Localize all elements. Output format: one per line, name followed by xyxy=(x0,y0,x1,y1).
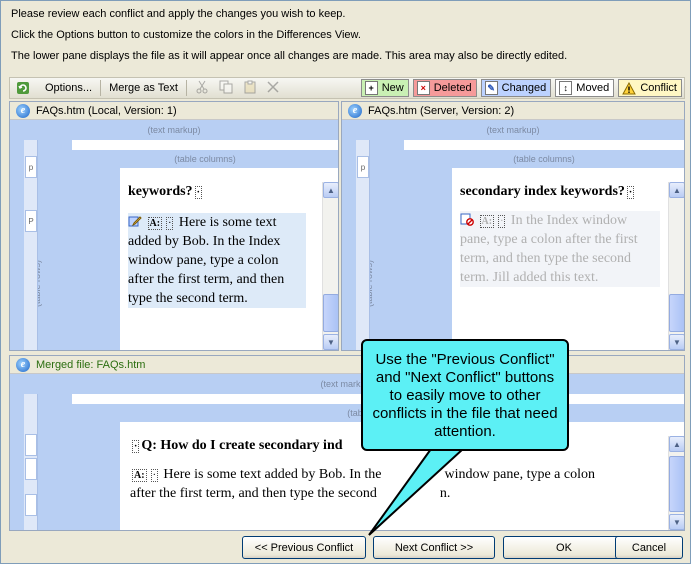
server-content[interactable]: secondary index keywords? · A: · In the In… xyxy=(460,182,660,287)
options-button[interactable]: Options... xyxy=(40,78,97,98)
toolbar-separator xyxy=(100,80,102,96)
text-markup-band: (text markup) xyxy=(342,120,684,140)
table-rows-band xyxy=(10,394,72,530)
delete-button[interactable] xyxy=(262,78,284,98)
p-tag-column: p P xyxy=(24,140,38,350)
previous-conflict-button[interactable]: << Previous Conflict xyxy=(242,536,366,559)
legend-moved: ↕ Moved xyxy=(555,79,615,97)
legend-changed: ✎ Changed xyxy=(480,79,552,97)
text-markup-band: (text markup) xyxy=(10,120,338,140)
merged-file-pane[interactable]: e Merged file: FAQs.htm (text markup) (t… xyxy=(9,355,685,531)
toolbar-separator xyxy=(185,80,187,96)
server-pane-title: FAQs.htm (Server, Version: 2) xyxy=(368,104,515,117)
table-rows-band: (table rows) xyxy=(10,140,72,350)
tag-marker: · xyxy=(626,186,635,199)
p-tag-column xyxy=(24,394,38,530)
server-vertical-scrollbar[interactable]: ▲ ▼ xyxy=(668,182,684,350)
p-tag-marker: P xyxy=(25,210,37,232)
legend-conflict-label: Conflict xyxy=(640,82,677,94)
local-pane-header: e FAQs.htm (Local, Version: 1) xyxy=(10,102,338,120)
tag-marker: · xyxy=(132,440,140,453)
local-version-pane[interactable]: e FAQs.htm (Local, Version: 1) (text mar… xyxy=(9,101,339,351)
legend-conflict: Conflict xyxy=(618,79,682,97)
instructions: Please review each conflict and apply th… xyxy=(11,7,681,70)
ie-file-icon: e xyxy=(16,103,30,118)
table-columns-band: (table columns) xyxy=(72,150,338,168)
deleted-icon: × xyxy=(416,81,430,95)
deleted-icon xyxy=(460,212,474,226)
merged-question: Q: How do I create secondary ind xyxy=(141,438,343,453)
legend-deleted: × Deleted xyxy=(412,79,477,97)
scroll-down-arrow[interactable]: ▼ xyxy=(669,514,684,530)
answer-tag: A: xyxy=(479,215,495,228)
server-version-pane[interactable]: e FAQs.htm (Server, Version: 2) (text ma… xyxy=(341,101,685,351)
server-heading: secondary index keywords? xyxy=(460,184,625,199)
server-pane-header: e FAQs.htm (Server, Version: 2) xyxy=(342,102,684,120)
instruction-line-3: The lower pane displays the file as it w… xyxy=(11,50,568,62)
ie-file-icon: e xyxy=(16,357,30,372)
toolbar: Options... Merge as Text + New × Deleted… xyxy=(9,77,685,99)
scroll-up-arrow[interactable]: ▲ xyxy=(669,182,684,198)
merged-answer-text-2: after the first term, and then type the … xyxy=(130,486,377,501)
scroll-down-arrow[interactable]: ▼ xyxy=(323,334,338,350)
callout-pointer xyxy=(368,446,466,536)
paste-icon xyxy=(243,80,257,97)
callout-tooltip: Use the "Previous Conflict" and "Next Co… xyxy=(361,339,569,451)
answer-tag: A: xyxy=(132,469,147,482)
merged-pane-header: e Merged file: FAQs.htm xyxy=(10,356,684,374)
local-pane-title: FAQs.htm (Local, Version: 1) xyxy=(36,104,177,117)
scroll-thumb[interactable] xyxy=(669,456,684,512)
merged-vertical-scrollbar[interactable]: ▲ ▼ xyxy=(668,436,684,530)
legend-new: + New xyxy=(360,79,409,97)
merged-answer-text-1: Here is some text added by Bob. In the xyxy=(163,467,382,482)
warning-icon xyxy=(622,81,637,95)
refresh-icon xyxy=(15,80,31,96)
copy-icon xyxy=(219,80,233,97)
scroll-thumb[interactable] xyxy=(323,294,338,332)
differences-dialog: Please review each conflict and apply th… xyxy=(0,0,691,564)
paste-button[interactable] xyxy=(238,78,262,98)
merge-as-text-button[interactable]: Merge as Text xyxy=(104,78,183,98)
local-content[interactable]: keywords? · A: · Here is some text added b… xyxy=(128,182,306,308)
text-markup-band: (text markup) xyxy=(10,374,684,394)
close-icon xyxy=(267,80,279,96)
copy-button[interactable] xyxy=(214,78,238,98)
legend-changed-label: Changed xyxy=(501,82,547,94)
instruction-line-2: Click the Options button to customize th… xyxy=(11,29,361,41)
local-vertical-scrollbar[interactable]: ▲ ▼ xyxy=(322,182,338,350)
instruction-line-1: Please review each conflict and apply th… xyxy=(11,8,346,20)
changed-icon xyxy=(128,214,142,228)
new-icon: + xyxy=(364,81,378,95)
local-heading: keywords? xyxy=(128,184,193,199)
scroll-up-arrow[interactable]: ▲ xyxy=(669,436,684,452)
cut-button[interactable] xyxy=(190,78,214,98)
cancel-button[interactable]: Cancel xyxy=(615,536,683,559)
scroll-up-arrow[interactable]: ▲ xyxy=(323,182,338,198)
p-tag-marker xyxy=(25,458,37,480)
merged-pane-title: Merged file: FAQs.htm xyxy=(36,358,146,371)
legend-new-label: New xyxy=(381,82,404,94)
p-tag-marker: p xyxy=(25,156,37,178)
moved-icon: ↕ xyxy=(559,81,573,95)
legend-moved-label: Moved xyxy=(576,82,610,94)
changed-icon: ✎ xyxy=(484,81,498,95)
next-conflict-button[interactable]: Next Conflict >> xyxy=(373,536,495,559)
p-tag-column: p xyxy=(356,140,370,350)
scissors-icon xyxy=(195,80,209,97)
ie-file-icon: e xyxy=(348,103,362,118)
p-tag-marker: p xyxy=(357,156,369,178)
table-columns-band: (table columns) xyxy=(404,150,684,168)
scroll-down-arrow[interactable]: ▼ xyxy=(669,334,684,350)
table-rows-band: (table rows) xyxy=(342,140,404,350)
tag-marker: · xyxy=(194,186,202,199)
refresh-button[interactable] xyxy=(10,78,40,98)
answer-tag: A: xyxy=(147,217,163,230)
scroll-thumb[interactable] xyxy=(669,294,684,332)
p-tag-marker xyxy=(25,494,37,516)
legend-deleted-label: Deleted xyxy=(433,82,472,94)
ok-button[interactable]: OK xyxy=(503,536,625,559)
p-tag-marker xyxy=(25,434,37,456)
